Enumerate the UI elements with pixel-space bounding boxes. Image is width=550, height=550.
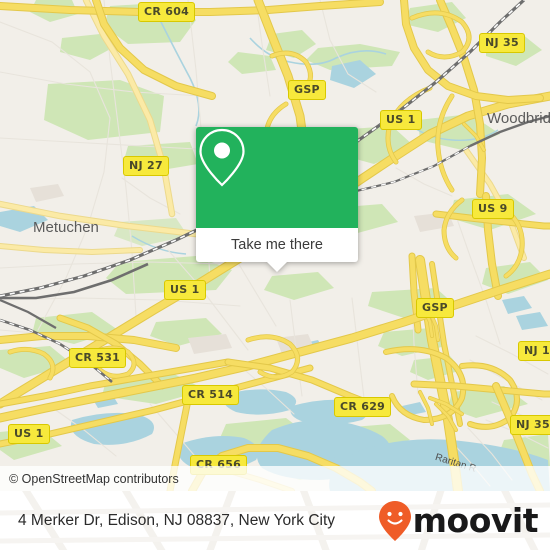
footer-bar: 4 Merker Dr, Edison, NJ 08837, New York … (0, 491, 550, 550)
address-text: 4 Merker Dr, Edison, NJ 08837, New York … (18, 511, 336, 529)
road-shield: US 9 (472, 199, 514, 219)
attribution-text: © OpenStreetMap contributors (9, 471, 179, 486)
moovit-pin-smiley-icon (378, 500, 411, 541)
road-shield: NJ 184 (518, 341, 550, 361)
road-shield: NJ 35 (479, 33, 525, 53)
road-shield: US 1 (380, 110, 422, 130)
road-shield: CR 629 (334, 397, 392, 417)
road-shield: US 1 (164, 280, 206, 300)
moovit-map-screen: .grn{fill:#cfe6b6;} .grn2{fill:#d8e8c4;}… (0, 0, 550, 550)
moovit-wordmark: moovit (412, 501, 539, 540)
popup-cta-label: Take me there (231, 237, 323, 253)
road-shield: NJ 35 (510, 415, 550, 435)
map-attribution[interactable]: © OpenStreetMap contributors (0, 466, 550, 491)
popup-tail (266, 261, 288, 272)
moovit-logo[interactable]: moovit (378, 500, 539, 542)
road-shield: CR 604 (138, 2, 196, 22)
map-canvas[interactable]: .grn{fill:#cfe6b6;} .grn2{fill:#d8e8c4;}… (0, 0, 550, 491)
road-shield: CR 531 (69, 348, 127, 368)
popup-marker-panel[interactable] (196, 127, 358, 228)
road-shield: GSP (416, 298, 454, 318)
road-shield: NJ 27 (123, 156, 169, 176)
road-shield: US 1 (8, 424, 50, 444)
destination-popup[interactable]: Take me there (196, 127, 358, 272)
road-shield: GSP (288, 80, 326, 100)
map-pin-icon (199, 128, 245, 187)
place-label: Woodbridge (487, 110, 550, 127)
road-shield: CR 514 (182, 385, 240, 405)
popup-cta[interactable]: Take me there (196, 228, 358, 272)
place-label: Metuchen (33, 219, 99, 236)
